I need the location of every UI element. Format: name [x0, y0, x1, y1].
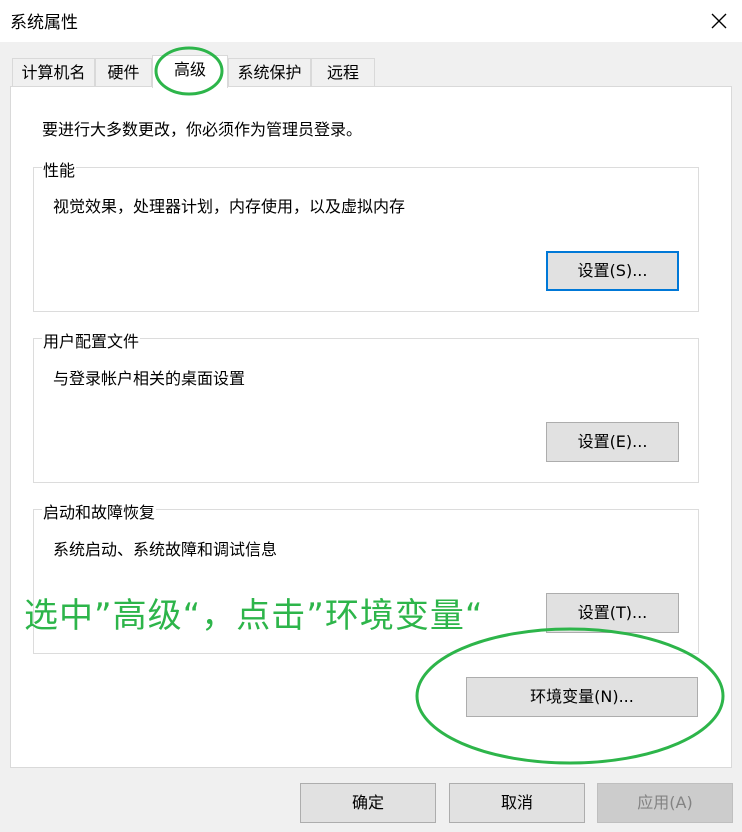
user-profiles-settings-button[interactable]: 设置(E)...: [546, 422, 679, 462]
environment-variables-button[interactable]: 环境变量(N)...: [466, 677, 698, 717]
tab-computer-name[interactable]: 计算机名: [12, 58, 95, 86]
apply-button[interactable]: 应用(A): [597, 783, 733, 823]
startup-recovery-title: 启动和故障恢复: [42, 499, 157, 523]
tab-remote[interactable]: 远程: [311, 58, 375, 86]
cancel-button[interactable]: 取消: [449, 783, 585, 823]
tab-advanced[interactable]: 高级: [152, 55, 228, 88]
close-icon: [711, 13, 727, 29]
close-button[interactable]: [700, 4, 738, 38]
tab-hardware[interactable]: 硬件: [95, 58, 152, 86]
performance-settings-button[interactable]: 设置(S)...: [546, 251, 679, 291]
performance-desc: 视觉效果，处理器计划，内存使用，以及虚拟内存: [53, 197, 406, 216]
admin-note: 要进行大多数更改，你必须作为管理员登录。: [42, 120, 363, 139]
window-title: 系统属性: [10, 13, 78, 33]
title-bar: 系统属性: [0, 0, 742, 42]
user-profiles-desc: 与登录帐户相关的桌面设置: [53, 369, 246, 388]
ok-button[interactable]: 确定: [300, 783, 436, 823]
startup-recovery-desc: 系统启动、系统故障和调试信息: [53, 540, 278, 559]
user-profiles-title: 用户配置文件: [42, 328, 141, 352]
startup-recovery-settings-button[interactable]: 设置(T)...: [546, 593, 679, 633]
tab-system-protection[interactable]: 系统保护: [228, 58, 311, 86]
annotation-text: 选中”高级“，点击”环境变量“: [24, 596, 484, 636]
performance-title: 性能: [42, 157, 77, 181]
